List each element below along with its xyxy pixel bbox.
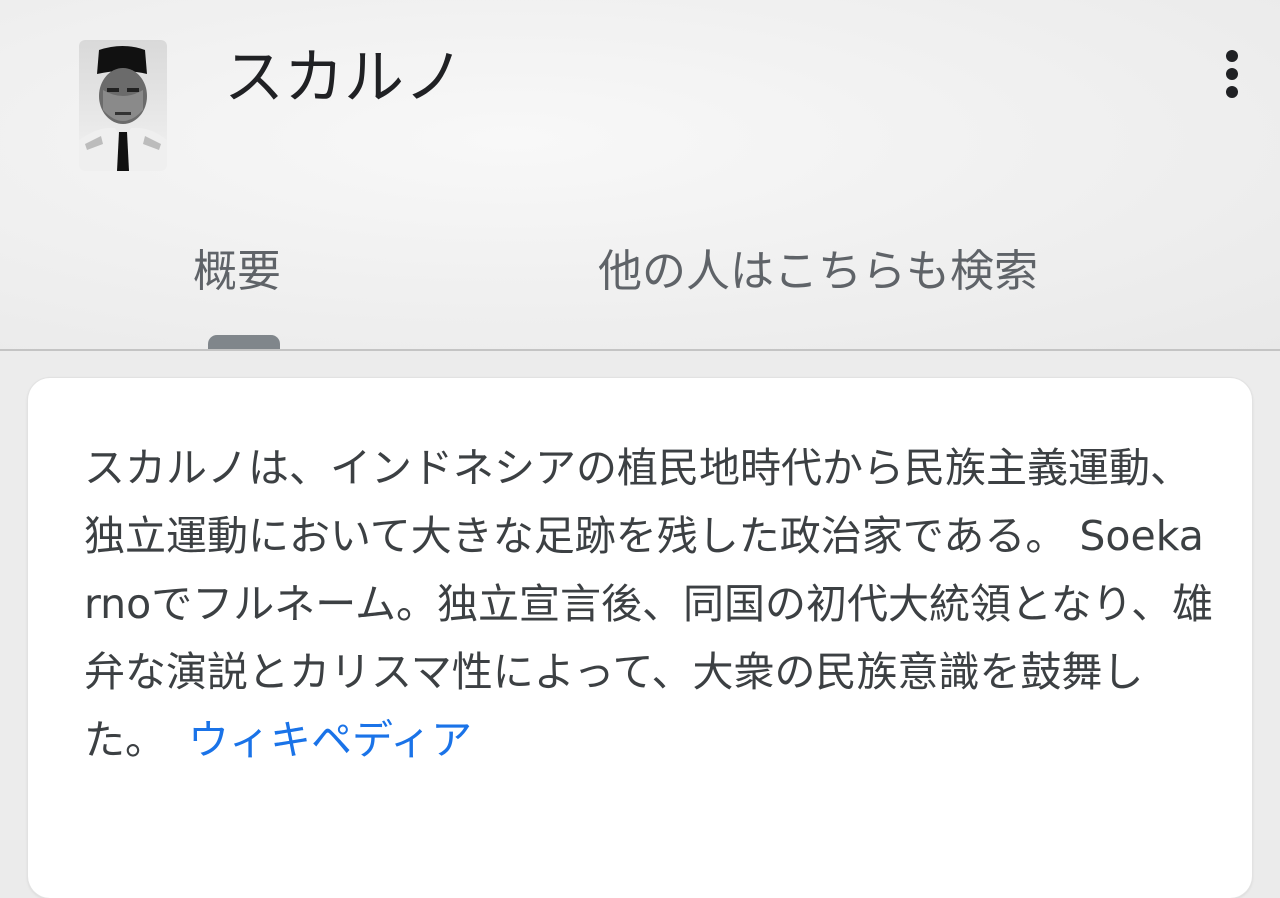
description-card: スカルノは、インドネシアの植民地時代から民族主義運動、独立運動において大きな足跡… <box>28 378 1252 898</box>
portrait-image <box>79 40 167 171</box>
more-options-button[interactable] <box>1212 44 1252 104</box>
tab-people-also-search[interactable]: 他の人はこちらも検索 <box>598 242 1038 302</box>
more-vert-icon-dot <box>1226 86 1238 98</box>
more-vert-icon-dot <box>1226 68 1238 80</box>
portrait-thumbnail[interactable] <box>79 40 167 171</box>
wikipedia-source-link[interactable]: ウィキペディア <box>188 716 472 764</box>
entity-title: スカルノ <box>224 43 464 113</box>
knowledge-panel-header: スカルノ 概要 他の人はこちらも検索 <box>0 0 1280 351</box>
more-vert-icon <box>1226 50 1238 62</box>
tab-overview[interactable]: 概要 <box>193 242 281 302</box>
entity-description: スカルノは、インドネシアの植民地時代から民族主義運動、独立運動において大きな足跡… <box>84 434 1216 774</box>
